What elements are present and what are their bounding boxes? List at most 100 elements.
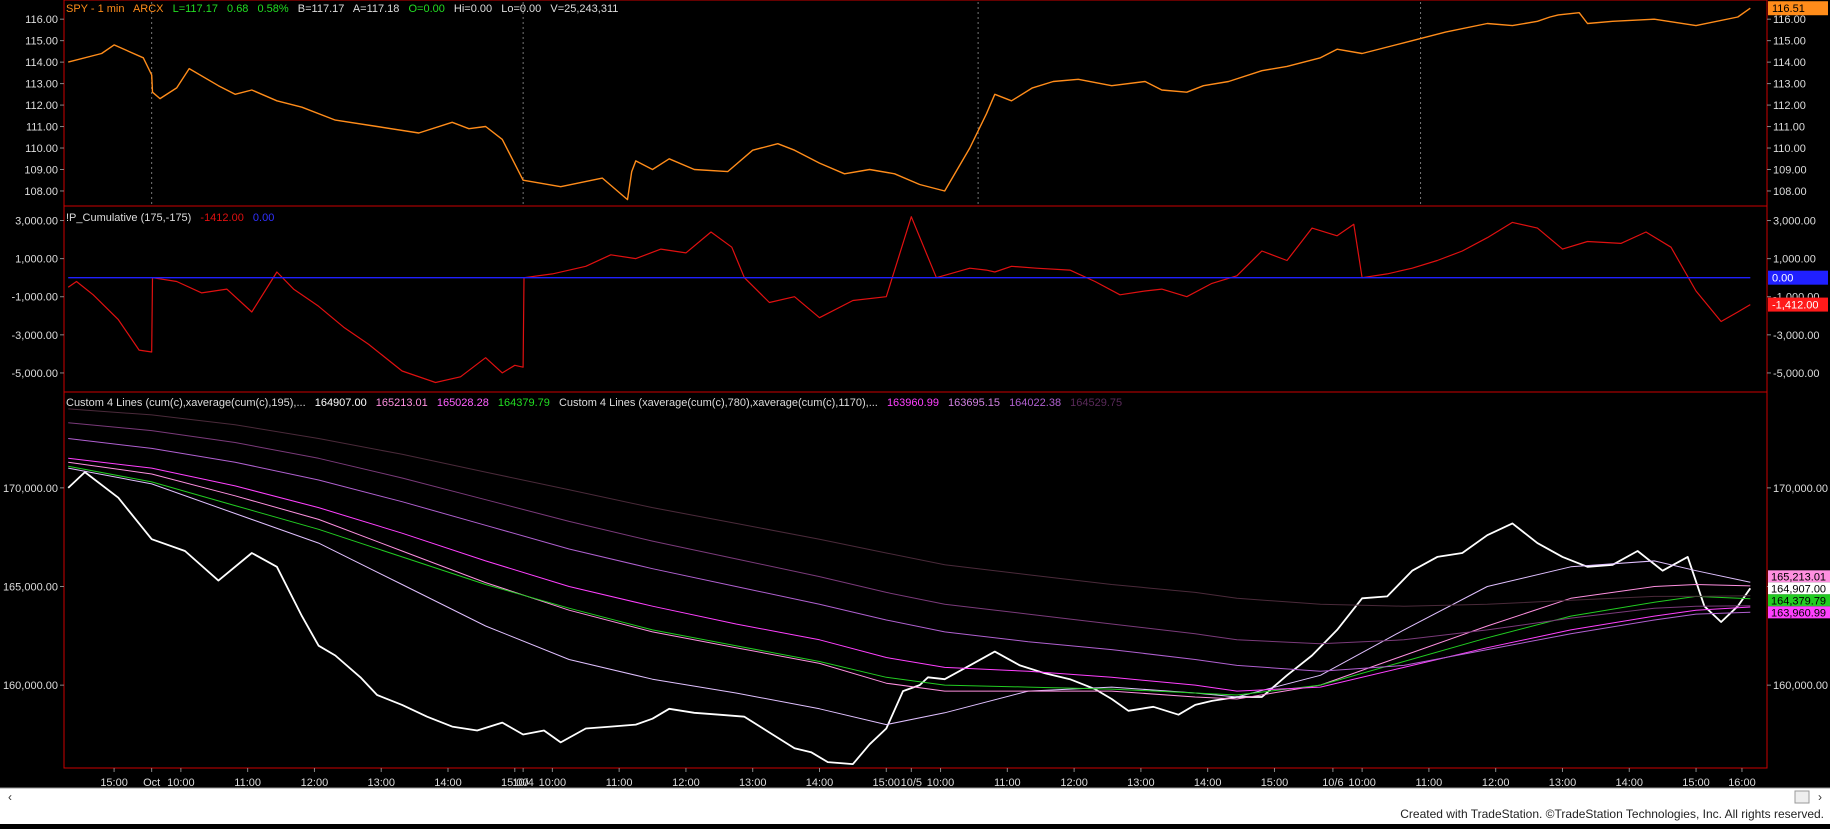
custom-value-label-2: 164,379.79 (1771, 595, 1826, 607)
x-tick-label: 15:00 (873, 777, 901, 789)
x-tick-label: 13:00 (1549, 777, 1577, 789)
scroll-left-arrow: ‹ (8, 790, 12, 804)
ask-value: A=117.18 (352, 3, 400, 15)
scroll-thumb (1794, 790, 1810, 804)
custom2-value-4: 164529.75 (1070, 397, 1123, 409)
y-tick-label-right: 116.00 (1773, 14, 1806, 26)
x-tick-label: 16:00 (1728, 777, 1756, 789)
custom-value-label-1: 164,907.00 (1771, 583, 1826, 595)
y-tick-label-left: 3,000.00 (15, 216, 58, 228)
zero-value-label: 0.00 (1772, 273, 1793, 285)
symbol-label: SPY - 1 min (66, 3, 125, 15)
copyright-footer: Created with TradeStation. ©TradeStation… (1400, 807, 1824, 821)
y-tick-label-left: 165,000.00 (3, 582, 58, 594)
custom-indicator-1-name: Custom 4 Lines (cum(c),xaverage(cum(c),1… (66, 397, 306, 409)
y-tick-label-left: 109.00 (24, 164, 58, 176)
y-tick-label-left: -5,000.00 (12, 368, 58, 380)
scrollbar-track (0, 788, 1830, 806)
x-tick-label: 12:00 (301, 777, 329, 789)
exchange-label: ARCX (132, 3, 164, 15)
y-tick-label-right: 108.00 (1773, 186, 1807, 198)
x-tick-label: 10:00 (1348, 777, 1376, 789)
x-tick-label: 10/4 (512, 777, 533, 789)
y-tick-label-left: 115.00 (25, 36, 58, 48)
x-tick-label: 14:00 (1194, 777, 1222, 789)
x-tick-label: 12:00 (672, 777, 700, 789)
x-tick-label: 13:00 (1127, 777, 1155, 789)
y-tick-label-left: 160,000.00 (3, 680, 58, 692)
last-price-label: 116.51 (1772, 3, 1805, 15)
custom-value-label-0: 165,213.01 (1771, 571, 1826, 583)
y-tick-label-right: 109.00 (1773, 164, 1807, 176)
cumulative-value: -1412.00 (200, 212, 244, 224)
y-tick-label-left: 113.00 (25, 79, 58, 91)
x-tick-label: 14:00 (434, 777, 462, 789)
y-tick-label-right: 1,000.00 (1773, 254, 1816, 266)
scroll-right-arrow: › (1818, 790, 1822, 804)
lo-value: Lo=0.00 (501, 3, 542, 15)
y-tick-label-right: 170,000.00 (1773, 483, 1828, 495)
y-tick-label-right: 111.00 (1773, 122, 1805, 134)
y-tick-label-right: 160,000.00 (1773, 680, 1828, 692)
x-tick-label: 11:00 (606, 777, 633, 789)
custom1-value-1: 164907.00 (314, 397, 367, 409)
change-pct-value: 0.58% (257, 3, 289, 15)
y-tick-label-left: 114.00 (25, 57, 58, 69)
x-tick-label: 11:00 (234, 777, 261, 789)
x-tick-label: 10/5 (901, 777, 922, 789)
last-value: L=117.17 (172, 3, 218, 15)
y-tick-label-left: 1,000.00 (15, 254, 58, 266)
cumulative-value-label: -1,412.00 (1772, 300, 1818, 312)
y-tick-label-left: -3,000.00 (12, 330, 58, 342)
price-pane-title: SPY - 1 min ARCX L=117.17 0.68 0.58% B=1… (66, 3, 624, 15)
custom-lines-pane-title: Custom 4 Lines (cum(c),xaverage(cum(c),1… (66, 397, 1128, 409)
custom-value-label-3: 163,960.99 (1771, 607, 1826, 619)
y-tick-label-right: 115.00 (1773, 36, 1806, 48)
x-tick-label: 11:00 (994, 777, 1021, 789)
bid-value: B=117.17 (297, 3, 345, 15)
cumulative-pane-title: !P_Cumulative (175,-175) -1412.00 0.00 (66, 212, 280, 224)
open-value: O=0.00 (408, 3, 445, 15)
x-tick-label: 11:00 (1416, 777, 1443, 789)
y-tick-label-left: 111.00 (26, 122, 58, 134)
hi-value: Hi=0.00 (453, 3, 493, 15)
y-tick-label-left: 110.00 (25, 143, 58, 155)
y-tick-label-left: -1,000.00 (12, 292, 58, 304)
x-tick-label: 10:00 (539, 777, 567, 789)
chart-container: 116.00 116.00 115.00 115.00 114.00 114.00 113.… (0, 0, 1830, 824)
y-tick-label-left: 112.00 (25, 100, 58, 112)
x-tick-label: 15:00 (1261, 777, 1289, 789)
custom1-value-3: 165028.28 (436, 397, 489, 409)
y-tick-label-right: 112.00 (1773, 100, 1806, 112)
y-tick-label-left: 116.00 (25, 14, 58, 26)
x-tick-label: Oct (143, 777, 160, 789)
y-tick-label-right: 114.00 (1773, 57, 1806, 69)
y-tick-label-right: 3,000.00 (1773, 216, 1816, 228)
y-tick-label-right: 113.00 (1773, 79, 1806, 91)
y-tick-label-right: 110.00 (1773, 143, 1806, 155)
x-tick-label: 12:00 (1060, 777, 1088, 789)
y-tick-label-left: 170,000.00 (3, 483, 58, 495)
custom1-value-2: 165213.01 (375, 397, 428, 409)
x-tick-label: 13:00 (739, 777, 767, 789)
custom2-value-1: 163960.99 (886, 397, 939, 409)
y-tick-label-right: -3,000.00 (1773, 330, 1819, 342)
zero-line-value: 0.00 (252, 212, 275, 224)
x-tick-label: 12:00 (1482, 777, 1510, 789)
x-tick-label: 14:00 (1615, 777, 1643, 789)
x-tick-label: 10/6 (1322, 777, 1343, 789)
x-tick-label: 14:00 (806, 777, 834, 789)
change-value: 0.68 (227, 3, 249, 15)
x-tick-label: 13:00 (367, 777, 395, 789)
volume-value: V=25,243,311 (550, 3, 619, 15)
custom2-value-3: 164022.38 (1009, 397, 1062, 409)
cumulative-indicator-name: !P_Cumulative (175,-175) (66, 212, 192, 224)
y-tick-label-left: 108.00 (24, 186, 58, 198)
custom-indicator-2-name: Custom 4 Lines (xaverage(cum(c),780),xav… (558, 397, 878, 409)
x-tick-label: 10:00 (927, 777, 955, 789)
y-tick-label-right: -5,000.00 (1773, 368, 1819, 380)
custom1-value-4: 164379.79 (497, 397, 550, 409)
x-tick-label: 15:00 (1682, 777, 1710, 789)
custom2-value-2: 163695.15 (948, 397, 1000, 409)
x-tick-label: 10:00 (167, 777, 195, 789)
